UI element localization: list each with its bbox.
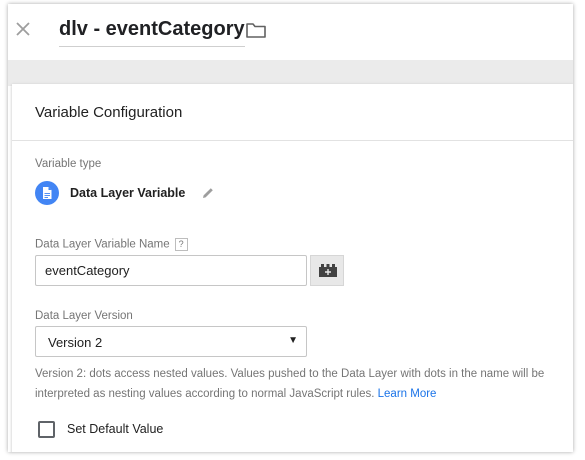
variable-editor-panel: dlv - eventCategory Variable Configurati…	[8, 4, 573, 452]
version-description-text: Version 2: dots access nested values. Va…	[35, 368, 545, 400]
version-description: Version 2: dots access nested values. Va…	[35, 364, 567, 404]
learn-more-link[interactable]: Learn More	[378, 388, 437, 400]
default-value-checkbox[interactable]	[38, 421, 55, 438]
editor-header: dlv - eventCategory	[8, 4, 573, 60]
version-label: Data Layer Version	[35, 310, 133, 322]
variable-picker-icon[interactable]	[310, 255, 344, 286]
folder-icon[interactable]	[245, 20, 267, 40]
version-selected-value: Version 2	[48, 335, 103, 350]
variable-type-name[interactable]: Data Layer Variable	[70, 186, 185, 200]
caret-down-icon: ▼	[288, 335, 298, 346]
variable-type-label: Variable type	[35, 158, 102, 170]
default-value-label[interactable]: Set Default Value	[67, 422, 163, 436]
card-divider	[12, 140, 573, 141]
card-title: Variable Configuration	[35, 104, 183, 121]
help-icon[interactable]: ?	[174, 238, 188, 251]
variable-name-input[interactable]	[35, 255, 307, 286]
header-band	[8, 60, 573, 86]
variable-name-label: Data Layer Variable Name?	[35, 238, 188, 251]
variable-name-label-text: Data Layer Variable Name	[35, 238, 170, 251]
pencil-icon[interactable]	[200, 185, 216, 201]
document-icon	[35, 181, 59, 205]
page-title[interactable]: dlv - eventCategory	[59, 16, 245, 47]
close-icon[interactable]	[12, 18, 34, 40]
variable-configuration-card[interactable]: Variable Configuration Variable type Dat…	[12, 84, 573, 452]
version-select[interactable]: Version 2 ▼	[35, 326, 307, 357]
